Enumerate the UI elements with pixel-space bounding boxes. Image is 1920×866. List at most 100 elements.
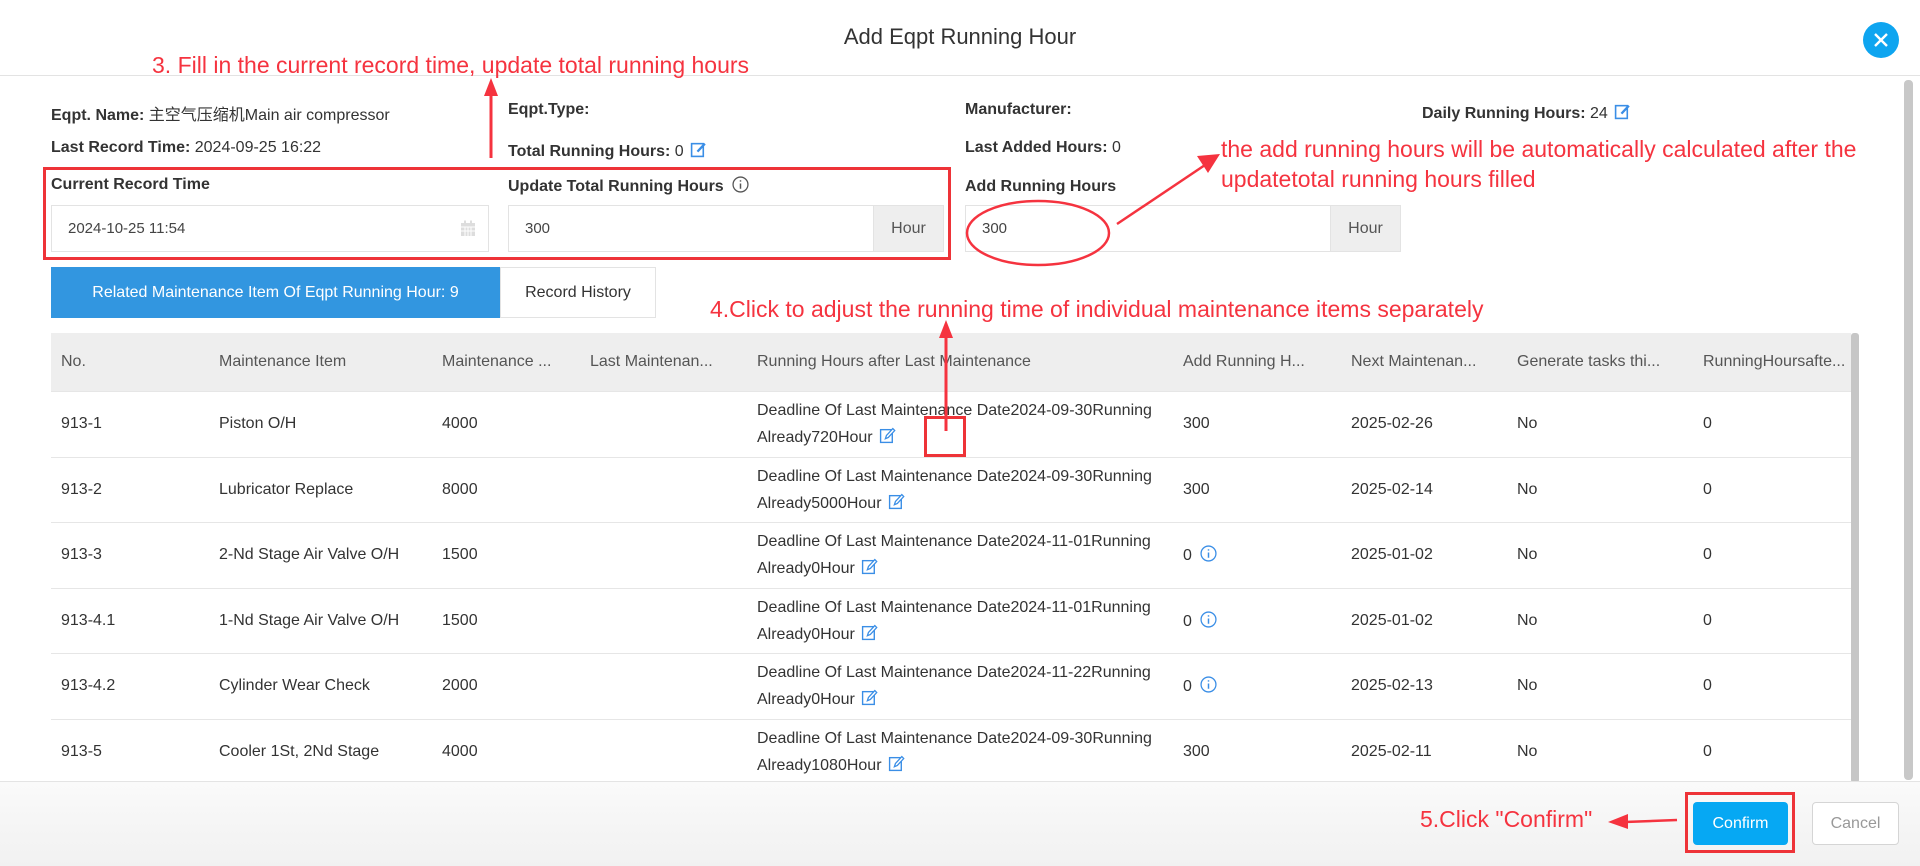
cell-add-running-hours: 0 xyxy=(1173,611,1341,631)
cell-item: Cylinder Wear Check xyxy=(219,677,370,695)
manufacturer: Manufacturer: xyxy=(965,101,1072,118)
cancel-button[interactable]: Cancel xyxy=(1812,802,1899,845)
edit-icon[interactable] xyxy=(861,558,878,575)
edit-icon[interactable] xyxy=(879,427,896,444)
maintenance-table: No. Maintenance Item Maintenance ... Last M… xyxy=(51,333,1851,785)
close-button[interactable] xyxy=(1863,22,1899,58)
cell-next: 2025-02-13 xyxy=(1351,677,1433,695)
annotation-step3: 3. Fill in the current record time, upda… xyxy=(152,52,750,78)
cell-add-running-hours: 300 xyxy=(1183,480,1210,498)
highlight-box-record-fields xyxy=(43,167,951,260)
add-running-hours-input[interactable]: 300 Hour xyxy=(965,205,1401,252)
cell-item: 2-Nd Stage Air Valve O/H xyxy=(219,546,400,564)
cell-next: 2025-02-11 xyxy=(1351,742,1432,760)
info-icon[interactable] xyxy=(1200,676,1217,693)
cell-gen: No xyxy=(1517,677,1538,695)
cell-item: Piston O/H xyxy=(219,415,297,433)
column-header[interactable]: Next Maintenan... xyxy=(1341,353,1507,371)
highlight-box-edit-icon xyxy=(924,416,966,457)
column-header[interactable]: No. xyxy=(51,353,209,371)
cell-no: 913-3 xyxy=(61,546,102,564)
tab-record-history[interactable]: Record History xyxy=(500,267,656,318)
cell-after: 0 xyxy=(1703,546,1712,564)
cell-cycle: 1500 xyxy=(442,546,478,564)
table-scrollbar[interactable] xyxy=(1851,333,1859,783)
cell-no: 913-4.2 xyxy=(61,677,116,695)
annotation-step5: 5.Click "Confirm" xyxy=(1420,806,1593,832)
arrow-auto-head xyxy=(1197,154,1220,173)
cell-after: 0 xyxy=(1703,677,1712,695)
info-icon[interactable] xyxy=(1200,611,1217,628)
cell-gen: No xyxy=(1517,742,1538,760)
cell-no: 913-2 xyxy=(61,480,102,498)
cell-no: 913-4.1 xyxy=(61,611,116,629)
table-row[interactable]: 913-2 Lubricator Replace 8000 Deadline Of L… xyxy=(51,458,1851,523)
cell-after: 0 xyxy=(1703,611,1712,629)
eqpt-type: Eqpt.Type: xyxy=(508,101,590,118)
daily-running-hours: Daily Running Hours: 24 xyxy=(1422,103,1631,123)
edit-icon[interactable] xyxy=(888,755,905,772)
edit-icon[interactable] xyxy=(861,689,878,706)
cell-next: 2025-02-26 xyxy=(1351,415,1433,433)
add-running-label: Add Running Hours xyxy=(965,178,1117,195)
column-header[interactable]: Maintenance ... xyxy=(432,353,580,371)
table-row[interactable]: 913-3 2-Nd Stage Air Valve O/H 1500 Deadlin… xyxy=(51,523,1851,589)
cell-gen: No xyxy=(1517,546,1538,564)
annotation-auto-line2: updatetotal running hours filled xyxy=(1221,166,1536,192)
info-icon[interactable] xyxy=(1200,545,1217,562)
highlight-box-confirm xyxy=(1685,792,1795,853)
cell-running-hours: Deadline Of Last Maintenance Date2024-11… xyxy=(757,664,1151,709)
cell-add-running-hours: 0 xyxy=(1173,545,1341,565)
table-row[interactable]: 913-4.2 Cylinder Wear Check 2000 Deadline O… xyxy=(51,654,1851,720)
cell-cycle: 1500 xyxy=(442,611,478,629)
cell-item: Cooler 1St, 2Nd Stage xyxy=(219,742,380,760)
cell-next: 2025-01-02 xyxy=(1351,546,1433,564)
cell-after: 0 xyxy=(1703,415,1712,433)
cell-running-hours: Deadline Of Last Maintenance Date2024-09… xyxy=(757,467,1152,512)
cell-cycle: 2000 xyxy=(442,677,478,695)
edit-icon[interactable] xyxy=(861,624,878,641)
cell-add-running-hours: 300 xyxy=(1183,742,1210,760)
cell-item: 1-Nd Stage Air Valve O/H xyxy=(219,611,400,629)
edit-icon[interactable] xyxy=(690,141,707,158)
cell-running-hours: Deadline Of Last Maintenance Date2024-11… xyxy=(757,533,1151,578)
cell-item: Lubricator Replace xyxy=(219,480,354,498)
dialog-title: Add Eqpt Running Hour xyxy=(843,24,1077,49)
cell-running-hours: Deadline Of Last Maintenance Date2024-11… xyxy=(757,598,1151,643)
cell-gen: No xyxy=(1517,611,1538,629)
table-row[interactable]: 913-4.1 1-Nd Stage Air Valve O/H 1500 Deadl… xyxy=(51,589,1851,654)
close-icon xyxy=(1874,33,1888,47)
cell-cycle: 4000 xyxy=(442,415,478,433)
cell-add-running-hours: 0 xyxy=(1173,676,1341,696)
edit-icon[interactable] xyxy=(888,493,905,510)
cell-add-running-hours: 300 xyxy=(1183,415,1210,433)
column-header[interactable]: Add Running H... xyxy=(1173,353,1341,371)
total-running-hours: Total Running Hours: 0 xyxy=(508,141,707,161)
edit-icon[interactable] xyxy=(1614,103,1631,120)
cell-no: 913-5 xyxy=(61,742,102,760)
dialog-scrollbar[interactable] xyxy=(1904,80,1913,780)
cell-running-hours: Deadline Of Last Maintenance Date2024-09… xyxy=(757,729,1152,774)
column-header[interactable]: RunningHoursafte... xyxy=(1693,353,1851,371)
column-header[interactable]: Generate tasks thi... xyxy=(1507,353,1693,371)
cell-cycle: 8000 xyxy=(442,480,478,498)
annotation-auto-line1: the add running hours will be automatica… xyxy=(1221,136,1857,162)
unit-addon: Hour xyxy=(1330,206,1400,251)
cell-next: 2025-02-14 xyxy=(1351,480,1433,498)
cell-after: 0 xyxy=(1703,480,1712,498)
column-header[interactable]: Last Maintenan... xyxy=(580,353,747,371)
cell-next: 2025-01-02 xyxy=(1351,611,1433,629)
cell-no: 913-1 xyxy=(61,415,102,433)
arrow-step3-head xyxy=(484,78,498,96)
eqpt-name: Eqpt. Name: 主空气压缩机Main air compressor xyxy=(51,107,390,124)
annotation-step4: 4.Click to adjust the running time of in… xyxy=(710,296,1484,322)
tab-related-maintenance[interactable]: Related Maintenance Item Of Eqpt Running… xyxy=(51,267,500,318)
column-header[interactable]: Running Hours after Last Maintenance xyxy=(747,353,1173,371)
table-header-row: No. Maintenance Item Maintenance ... Last M… xyxy=(51,333,1851,392)
cell-gen: No xyxy=(1517,415,1538,433)
table-row[interactable]: 913-5 Cooler 1St, 2Nd Stage 4000 Deadline O… xyxy=(51,720,1851,785)
column-header[interactable]: Maintenance Item xyxy=(209,353,432,371)
last-added-hours: Last Added Hours: 0 xyxy=(965,139,1121,156)
cell-after: 0 xyxy=(1703,742,1712,760)
dialog-footer xyxy=(0,781,1920,866)
